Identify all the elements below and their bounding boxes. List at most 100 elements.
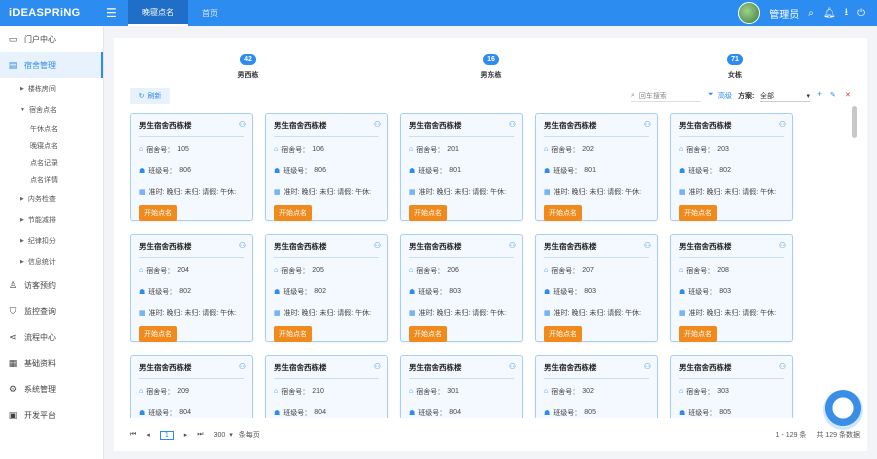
record-range: 1 - 129 条 xyxy=(775,432,807,439)
dorm-number-label: 宿舍号： xyxy=(416,388,445,396)
menu-toggle-icon[interactable]: ☰ xyxy=(106,6,120,20)
dorm-card[interactable]: 男生宿舍西栋楼 ⚇ ⌂ 宿舍号： 202 ☗ 班级号： 801 ▦ 准时: 晚归: 未归: 请假:… xyxy=(535,113,658,221)
dorm-card[interactable]: 男生宿舍西栋楼⚇⌂宿舍号：303☗班级号：805▦准时: 晚归: 未归: 请假:… xyxy=(670,355,793,418)
stat-male-west[interactable]: 42 男西栋 xyxy=(218,48,278,80)
people-icon: ⚇ xyxy=(373,120,381,129)
delete-icon[interactable]: ✕ xyxy=(845,91,851,99)
sidebar-group[interactable]: ▶ 楼栋房间 xyxy=(0,78,103,99)
user-name[interactable]: 管理员 xyxy=(769,6,799,21)
sidebar-item[interactable]: ▭ 门户中心 xyxy=(0,26,103,52)
dorm-card[interactable]: 男生宿舍西栋楼 ⚇ ⌂ 宿舍号： 106 ☗ 班级号： 806 ▦ 准时: 晚归: 未归: 请假:… xyxy=(265,113,388,221)
sidebar-item[interactable]: ▤ 宿舍管理 xyxy=(0,52,103,78)
dorm-card[interactable]: 男生宿舍西栋楼 ⚇ ⌂ 宿舍号： 205 ☗ 班级号： 802 ▦ 准时: 晚归: 未归: 请假:… xyxy=(265,234,388,342)
refresh-button[interactable]: ↻ 刷新 xyxy=(130,88,170,104)
sidebar-group[interactable]: ▶ 纪律扣分 xyxy=(0,230,103,251)
people-icon: ⚇ xyxy=(238,241,246,250)
stat-count: 71 xyxy=(727,54,743,65)
class-number: 804 xyxy=(449,409,461,416)
next-page-icon[interactable]: ▸ xyxy=(184,431,188,439)
chevron-down-icon[interactable]: ▾ xyxy=(229,431,233,439)
bell-icon[interactable]: 🔔︎ xyxy=(823,8,836,19)
sidebar-item[interactable]: ⛉ 监控查询 xyxy=(0,298,103,324)
card-title: 男生宿舍西栋楼 xyxy=(139,121,192,130)
sidebar-item[interactable]: ⚙ 系统管理 xyxy=(0,376,103,402)
last-page-icon[interactable]: ⏭ xyxy=(197,431,203,439)
dorm-card[interactable]: 男生宿舍西栋楼 ⚇ ⌂ 宿舍号： 201 ☗ 班级号： 801 ▦ 准时: 晚归: 未归: 请假:… xyxy=(400,113,523,221)
dorm-card[interactable]: 男生宿舍西栋楼⚇⌂宿舍号：209☗班级号：804▦准时: 晚归: 未归: 请假:… xyxy=(130,355,253,418)
search-input[interactable]: ⌕ 回车搜索 xyxy=(631,90,701,102)
start-rollcall-button[interactable]: 开始点名 xyxy=(679,205,717,221)
stat-male-east[interactable]: 16 男东栋 xyxy=(461,48,521,80)
class-icon: ☗ xyxy=(544,288,551,296)
tab-home[interactable]: 首页 xyxy=(188,0,232,26)
sidebar-item[interactable]: ▣ 开发平台 xyxy=(0,402,103,428)
scheme-select[interactable]: 全部 ▾ xyxy=(760,90,810,102)
class-number-row: ☗ 班级号： 801 xyxy=(544,160,649,181)
sidebar-subitem[interactable]: 点名记录 xyxy=(0,154,103,171)
sidebar-item[interactable]: ▦ 基础资料 xyxy=(0,350,103,376)
start-rollcall-button[interactable]: 开始点名 xyxy=(139,326,177,342)
filter-icon[interactable]: ⏷ xyxy=(708,91,714,99)
sidebar-group[interactable]: ▶ 节能减排 xyxy=(0,209,103,230)
avatar[interactable] xyxy=(738,2,761,24)
sidebar-item[interactable]: ⋖ 流程中心 xyxy=(0,324,103,350)
start-rollcall-button[interactable]: 开始点名 xyxy=(409,205,447,221)
sidebar-subitem[interactable]: 点名详情 xyxy=(0,171,103,188)
dorm-card[interactable]: 男生宿舍西栋楼 ⚇ ⌂ 宿舍号： 204 ☗ 班级号： 802 ▦ 准时: 晚归: 未归: 请假:… xyxy=(130,234,253,342)
sidebar-subitem[interactable]: 晚寝点名 xyxy=(0,137,103,154)
dorm-number-row: ⌂ 宿舍号： 105 xyxy=(139,139,244,160)
edit-icon[interactable]: ✎ xyxy=(830,91,836,99)
sidebar-group[interactable]: ▶ 信息统计 xyxy=(0,251,103,272)
divider xyxy=(139,257,244,258)
first-page-icon[interactable]: ⏮ xyxy=(130,431,136,439)
tab-evening-rollcall[interactable]: 晚寝点名 xyxy=(128,0,188,26)
advanced-filter-button[interactable]: 高级 xyxy=(718,91,732,101)
sidebar-item-label: 信息统计 xyxy=(27,258,56,266)
start-rollcall-button[interactable]: 开始点名 xyxy=(274,205,312,221)
start-rollcall-button[interactable]: 开始点名 xyxy=(274,326,312,342)
dorm-card[interactable]: 男生宿舍西栋楼 ⚇ ⌂ 宿舍号： 206 ☗ 班级号： 803 ▦ 准时: 晚归: 未归: 请假:… xyxy=(400,234,523,342)
dorm-card[interactable]: 男生宿舍西栋楼 ⚇ ⌂ 宿舍号： 207 ☗ 班级号： 803 ▦ 准时: 晚归: 未归: 请假:… xyxy=(535,234,658,342)
divider xyxy=(544,378,649,379)
start-rollcall-button[interactable]: 开始点名 xyxy=(139,205,177,221)
dorm-number-row: ⌂ 宿舍号： 106 xyxy=(274,139,379,160)
dorm-card[interactable]: 男生宿舍西栋楼 ⚇ ⌂ 宿舍号： 105 ☗ 班级号： 806 ▦ 准时: 晚归: 未归: 请假:… xyxy=(130,113,253,221)
start-rollcall-button[interactable]: 开始点名 xyxy=(544,326,582,342)
sidebar-subitem[interactable]: 午休点名 xyxy=(0,120,103,137)
dorm-number: 202 xyxy=(582,146,594,153)
status-text: 准时: 晚归: 未归: 请假: 午休: xyxy=(283,188,372,196)
status-row: ▦ 准时: 晚归: 未归: 请假: 午休: xyxy=(409,302,514,323)
dorm-card[interactable]: 男生宿舍西栋楼⚇⌂宿舍号：210☗班级号：804▦准时: 晚归: 未归: 请假:… xyxy=(265,355,388,418)
prev-page-icon[interactable]: ◂ xyxy=(146,431,150,439)
scrollbar[interactable] xyxy=(852,106,857,138)
card-title: 男生宿舍西栋楼 xyxy=(409,363,462,372)
current-page[interactable]: 1 xyxy=(159,430,174,440)
calendar-icon: ▦ xyxy=(274,309,281,317)
start-rollcall-button[interactable]: 开始点名 xyxy=(544,205,582,221)
page-size-select[interactable]: 300 xyxy=(214,432,226,439)
start-rollcall-button[interactable]: 开始点名 xyxy=(409,326,447,342)
house-icon: ⌂ xyxy=(274,267,279,274)
search-icon[interactable]: ⌕ xyxy=(808,8,814,19)
dorm-card[interactable]: 男生宿舍西栋楼⚇⌂宿舍号：302☗班级号：805▦准时: 晚归: 未归: 请假:… xyxy=(535,355,658,418)
dorm-card[interactable]: 男生宿舍西栋楼 ⚇ ⌂ 宿舍号： 208 ☗ 班级号： 803 ▦ 准时: 晚归: 未归: 请假:… xyxy=(670,234,793,342)
add-icon[interactable]: + xyxy=(817,89,822,99)
stat-count: 42 xyxy=(240,54,256,65)
start-rollcall-button[interactable]: 开始点名 xyxy=(679,326,717,342)
assistant-robot-icon[interactable] xyxy=(823,390,863,430)
sidebar-item[interactable]: ♙ 访客预约 xyxy=(0,272,103,298)
status-row: ▦ 准时: 晚归: 未归: 请假: 午休: xyxy=(274,181,379,202)
dorm-card[interactable]: 男生宿舍西栋楼⚇⌂宿舍号：301☗班级号：804▦准时: 晚归: 未归: 请假:… xyxy=(400,355,523,418)
dorm-card[interactable]: 男生宿舍西栋楼 ⚇ ⌂ 宿舍号： 203 ☗ 班级号： 802 ▦ 准时: 晚归: 未归: 请假:… xyxy=(670,113,793,221)
power-icon[interactable]: ⏻ xyxy=(857,8,865,19)
sidebar-group[interactable]: ▶ 内务检查 xyxy=(0,188,103,209)
class-number: 801 xyxy=(449,167,461,174)
download-icon[interactable]: ⭳ xyxy=(845,5,849,22)
sidebar-group[interactable]: ▼ 宿舍点名 xyxy=(0,99,103,120)
dorm-number-label: 宿舍号： xyxy=(416,267,445,275)
house-icon: ⌂ xyxy=(274,146,279,153)
status-text: 准时: 晚归: 未归: 请假: 午休: xyxy=(688,188,777,196)
stat-female[interactable]: 71 女栋 xyxy=(705,48,765,80)
class-number-row: ☗ 班级号： 802 xyxy=(274,281,379,302)
dorm-number-label: 宿舍号： xyxy=(281,388,310,396)
